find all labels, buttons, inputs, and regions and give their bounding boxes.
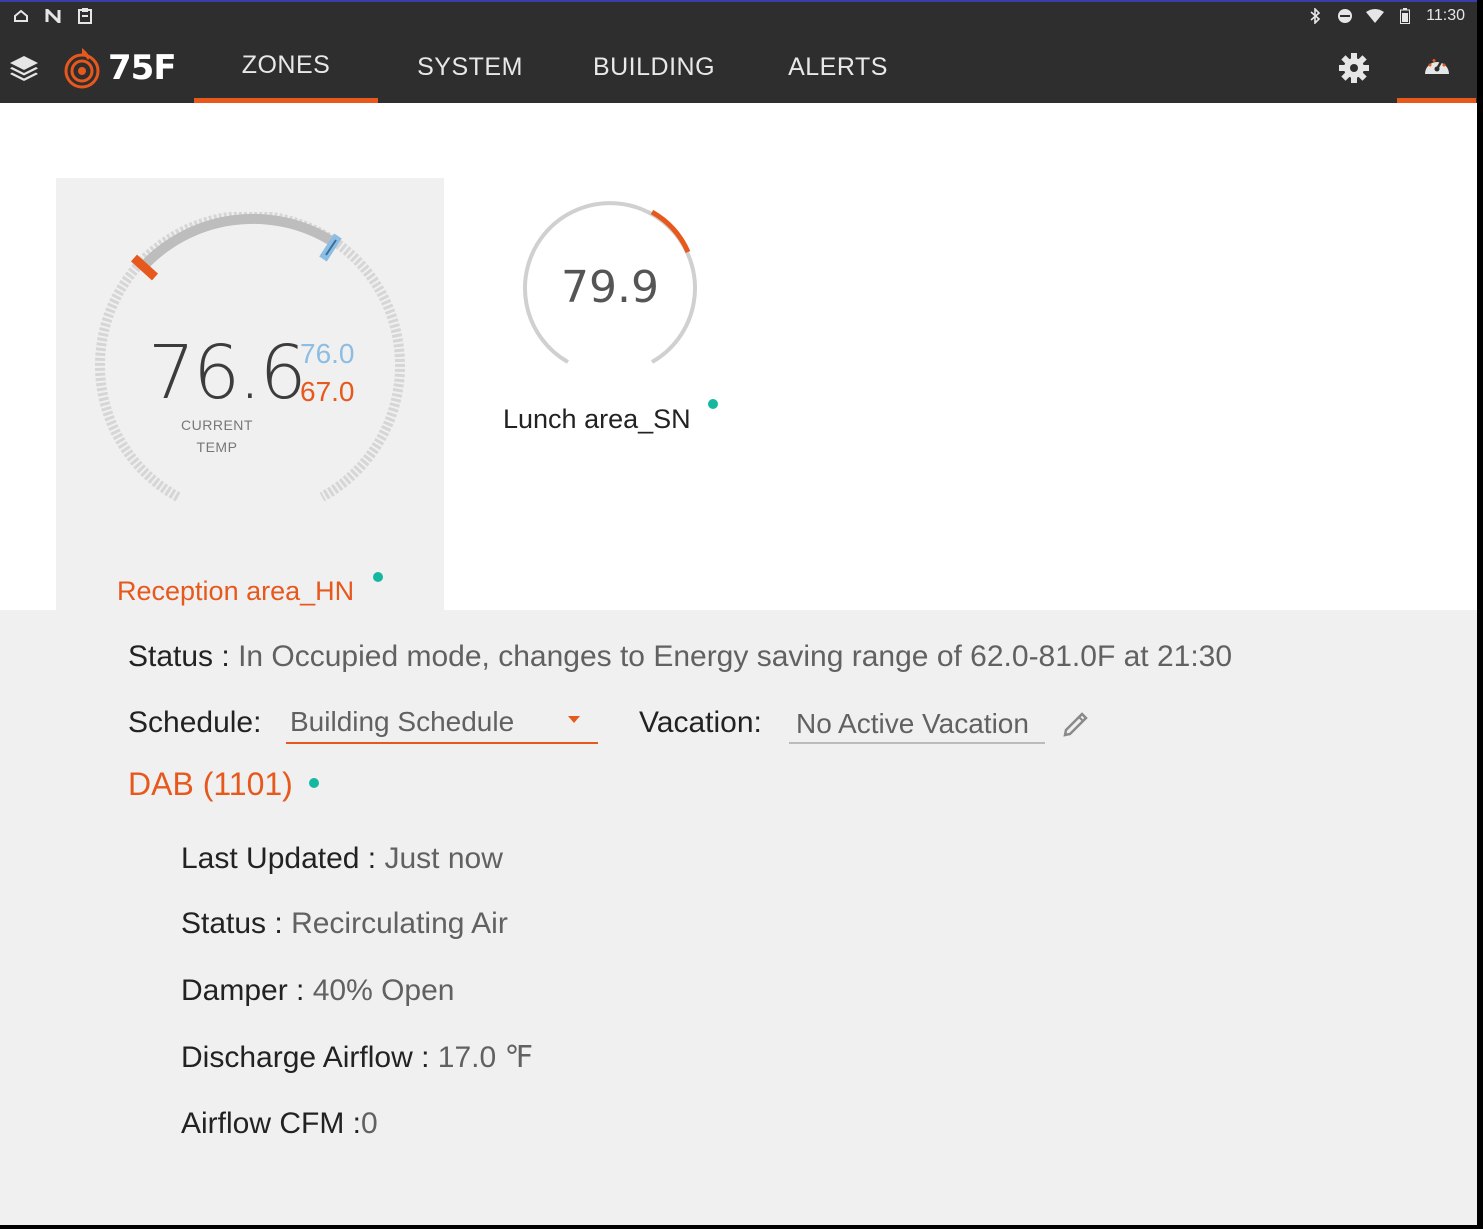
battery-icon [1396, 7, 1414, 25]
cooling-setpoint: 76.0 [300, 338, 355, 369]
online-status-dot [708, 399, 718, 409]
damper-row: Damper : 40% Open [181, 974, 455, 1008]
tab-building[interactable]: BUILDING [562, 32, 746, 103]
row-label: Status : [181, 907, 292, 940]
current-temp-label: CURRENT TEMP [170, 414, 264, 458]
row-value: 40% Open [312, 974, 455, 1007]
tab-label: ALERTS [788, 53, 888, 81]
tab-label: BUILDING [592, 53, 716, 81]
brand-name: 75F [108, 48, 177, 88]
online-status-dot [373, 572, 383, 582]
zone-temperature-lunch: 79.9 [561, 262, 659, 313]
row-label: Airflow CFM : [181, 1107, 361, 1140]
clipboard-icon [76, 7, 94, 25]
row-value: Just now [384, 842, 503, 875]
flame-logo-icon [64, 48, 100, 89]
do-not-disturb-icon [1336, 7, 1354, 25]
tab-label: ZONES [241, 50, 331, 79]
device-title: DAB (1101) [128, 766, 293, 802]
tab-zones[interactable]: ZONES [194, 32, 378, 103]
gear-icon[interactable] [1334, 48, 1374, 88]
temp-label-line: TEMP [196, 439, 238, 455]
schedule-selected-value: Building Schedule [290, 706, 515, 737]
device-online-dot [309, 778, 319, 788]
row-label: Discharge Airflow : [181, 1041, 438, 1074]
panel-gap-left [0, 563, 56, 610]
schedule-label: Schedule: [128, 706, 262, 739]
status-value: In Occupied mode, changes to Energy savi… [238, 640, 1233, 673]
panel-gap-right [444, 563, 1477, 610]
row-value: 0 [361, 1107, 378, 1140]
zone-status-row: Status : In Occupied mode, changes to En… [128, 640, 1232, 674]
heating-setpoint: 67.0 [300, 376, 355, 407]
airflow-cfm-row: Airflow CFM :0 [181, 1107, 378, 1141]
discharge-airflow-row: Discharge Airflow : 17.0 ℉ [181, 1040, 533, 1075]
row-value: Recirculating Air [291, 907, 508, 940]
n-icon [44, 7, 62, 25]
tab-label: SYSTEM [417, 53, 523, 81]
brand-logo: 75F [62, 46, 177, 90]
pencil-edit-icon[interactable] [1062, 708, 1092, 738]
vacation-label: Vacation: [639, 706, 762, 739]
zone-name-reception[interactable]: Reception area_HN [117, 576, 354, 607]
top-navigation-bar: 75F ZONES SYSTEM BUILDING ALERTS [0, 32, 1477, 103]
schedule-dropdown[interactable]: Building Schedule [286, 702, 598, 744]
dashboard-gauge-icon [1424, 59, 1449, 74]
tab-alerts[interactable]: ALERTS [746, 32, 930, 103]
row-label: Last Updated : [181, 842, 385, 875]
status-label: Status : [128, 640, 230, 673]
current-label-line: CURRENT [181, 417, 253, 433]
screen: 11:30 75F ZONES SYSTEM BUILDING ALERTS 7… [0, 0, 1477, 1225]
current-temperature: 76.6 [148, 330, 307, 416]
zone-name-lunch[interactable]: Lunch area_SN [503, 404, 691, 435]
chevron-down-icon [568, 716, 580, 723]
wifi-icon [1366, 7, 1385, 25]
vacation-field[interactable]: No Active Vacation [789, 702, 1045, 744]
device-status-row: Status : Recirculating Air [181, 907, 508, 941]
tab-system[interactable]: SYSTEM [378, 32, 562, 103]
home-outline-icon [12, 7, 30, 25]
row-value: 17.0 ℉ [437, 1041, 534, 1074]
bluetooth-icon [1306, 7, 1324, 25]
last-updated-row: Last Updated : Just now [181, 842, 503, 876]
vacation-value: No Active Vacation [796, 708, 1029, 739]
android-status-bar: 11:30 [0, 0, 1477, 32]
tab-dashboard[interactable] [1397, 32, 1476, 103]
layers-icon[interactable] [8, 52, 40, 84]
row-label: Damper : [181, 974, 313, 1007]
clock-time: 11:30 [1426, 7, 1465, 24]
